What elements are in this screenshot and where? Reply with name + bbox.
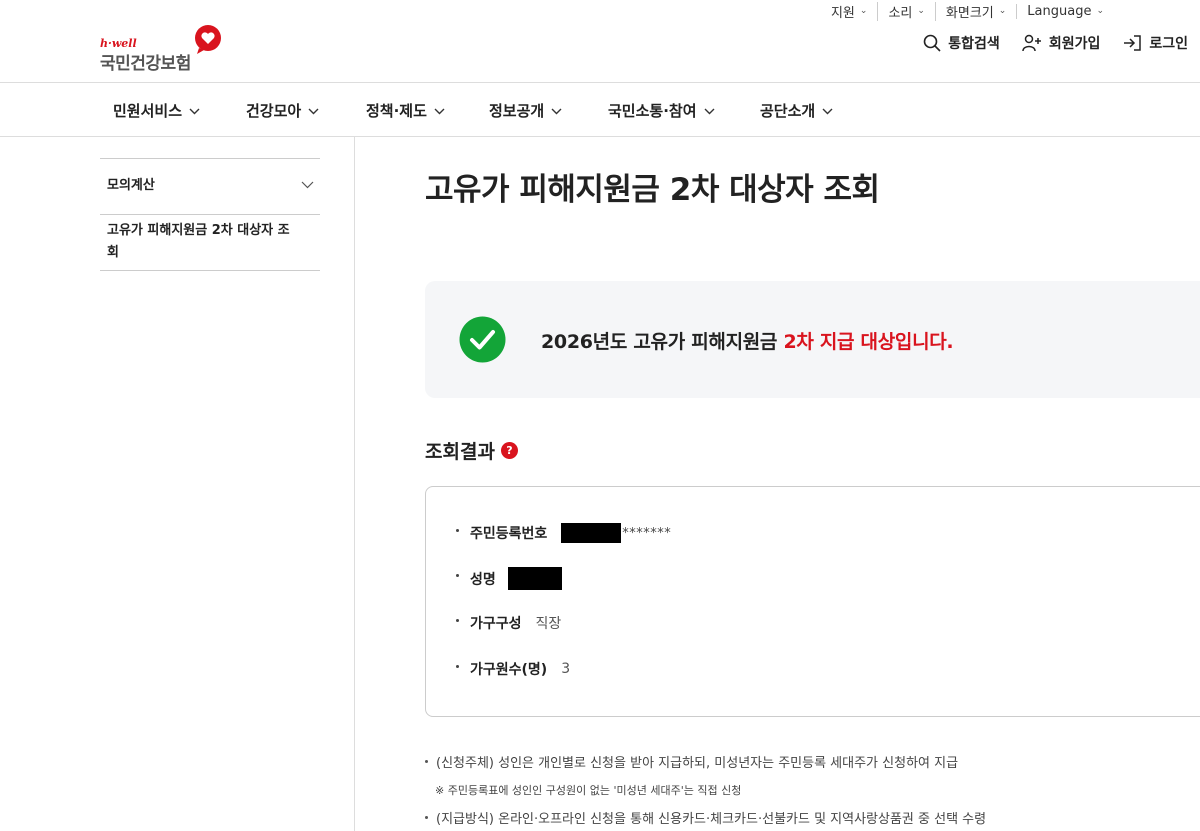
note-payment-method: (지급방식) 온라인·오프라인 신청을 통해 신용카드·체크카드·선불카드 및 … <box>425 808 986 827</box>
check-circle-icon <box>459 316 506 363</box>
banner-highlight: 2차 지급 대상입니다. <box>783 331 954 353</box>
gnb-civil-service[interactable]: 민원서비스 <box>113 100 200 121</box>
masked-rrn-front <box>561 523 622 543</box>
bullet-dot <box>456 574 459 577</box>
chevron-down-icon: ⌄ <box>859 6 868 16</box>
search-button[interactable]: 통합검색 <box>923 33 1000 53</box>
utility-bar: 지원 ⌄ 소리 ⌄ 화면크기 ⌄ Language ⌄ <box>821 0 1114 22</box>
sidebar-item-target-lookup[interactable]: 고유가 피해지원금 2차 대상자 조회 <box>100 214 320 271</box>
chevron-down-icon: ⌄ <box>917 6 925 16</box>
result-info-box: 주민등록번호 ******* 성명 가구구성 직장 가구원수(명) 3 <box>425 486 1200 717</box>
chevron-down-icon <box>434 108 445 114</box>
chevron-down-icon: ⌄ <box>1096 6 1104 16</box>
nhis-logo[interactable]: h·well 국민건강보험 <box>100 24 225 74</box>
note-applicant: (신청주체) 성인은 개인별로 신청을 받아 지급하되, 미성년자는 주민등록 … <box>425 752 958 771</box>
bullet-dot <box>456 664 459 668</box>
chevron-down-icon <box>551 108 562 114</box>
util-language[interactable]: Language ⌄ <box>1016 3 1114 19</box>
bullet-dot <box>425 816 428 819</box>
global-nav: 민원서비스 건강모아 정책·제도 정보공개 국민소통·참여 공단소개 <box>0 82 1200 137</box>
chevron-down-icon <box>301 181 314 189</box>
info-row-name: 성명 <box>456 567 562 590</box>
logo-name: 국민건강보험 <box>100 54 191 74</box>
masked-name <box>507 567 562 590</box>
chevron-down-icon <box>308 108 319 114</box>
gnb-about[interactable]: 공단소개 <box>760 100 833 121</box>
login-icon <box>1124 35 1142 51</box>
chevron-down-icon <box>822 108 833 114</box>
chevron-down-icon <box>189 108 200 114</box>
util-sound[interactable]: 소리 ⌄ <box>877 1 934 21</box>
util-support[interactable]: 지원 ⌄ <box>821 2 877 21</box>
search-icon <box>923 34 941 52</box>
vertical-divider <box>354 137 355 831</box>
gnb-health-moa[interactable]: 건강모아 <box>246 100 319 121</box>
header-actions: 통합검색 회원가입 로그인 <box>923 33 1188 53</box>
help-icon[interactable]: ? <box>500 442 518 459</box>
join-button[interactable]: 회원가입 <box>1022 33 1100 53</box>
info-row-rrn: 주민등록번호 ******* <box>456 523 671 543</box>
info-row-household-count: 가구원수(명) 3 <box>456 659 570 679</box>
side-nav: 모의계산 고유가 피해지원금 2차 대상자 조회 <box>100 158 320 271</box>
login-button[interactable]: 로그인 <box>1122 33 1188 53</box>
page-title: 고유가 피해지원금 2차 대상자 조회 <box>425 172 880 208</box>
bullet-dot <box>425 760 428 763</box>
section-title: 조회결과 ? <box>425 437 518 464</box>
chevron-down-icon <box>704 108 714 114</box>
bullet-dot <box>456 618 459 622</box>
info-row-household-type: 가구구성 직장 <box>456 613 561 633</box>
user-plus-icon <box>1022 34 1041 52</box>
heart-logo-icon <box>195 25 221 54</box>
masked-rrn-back: ******* <box>622 525 672 541</box>
gnb-disclosure[interactable]: 정보공개 <box>489 100 562 121</box>
bullet-dot <box>456 528 459 532</box>
banner-message: 2026년도 고유가 피해지원금 2차 지급 대상입니다. <box>541 331 954 353</box>
result-banner: 2026년도 고유가 피해지원금 2차 지급 대상입니다. <box>425 281 1200 398</box>
gnb-policy[interactable]: 정책·제도 <box>366 100 445 121</box>
sidebar-item-mock-calc[interactable]: 모의계산 <box>100 158 320 214</box>
note-minor-householder: ※ 주민등록표에 성인인 구성원이 없는 '미성년 세대주'는 직접 신청 <box>435 784 742 797</box>
util-screen-size[interactable]: 화면크기 ⌄ <box>934 1 1016 21</box>
gnb-communication[interactable]: 국민소통·참여 <box>608 100 715 121</box>
chevron-down-icon: ⌄ <box>998 6 1007 16</box>
